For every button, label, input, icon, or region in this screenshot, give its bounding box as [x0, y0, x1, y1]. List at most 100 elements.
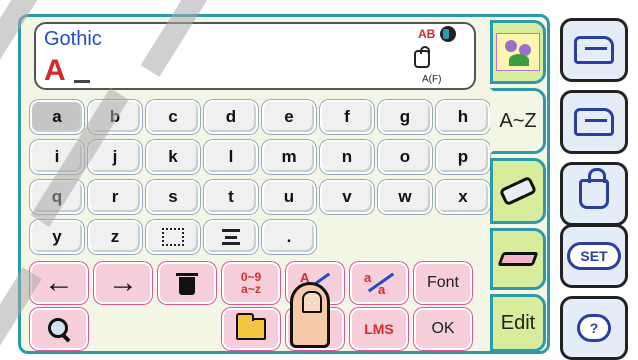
sewing-mode-button[interactable]: [560, 18, 628, 82]
size-icon[interactable]: [440, 26, 456, 42]
cursor-right-button[interactable]: →: [94, 262, 152, 304]
key-label: g: [399, 107, 411, 126]
key-label: p: [457, 147, 469, 166]
tab-pattern[interactable]: [490, 20, 546, 84]
rotate-icon[interactable]: [414, 46, 430, 68]
key-c[interactable]: c: [146, 100, 200, 134]
embroidery-unit-icon: [574, 108, 614, 136]
char-type-label: 0~9 a~z: [240, 270, 262, 296]
delete-button[interactable]: [158, 262, 216, 304]
key-d[interactable]: d: [204, 100, 258, 134]
hand-pointer-icon: [290, 282, 330, 348]
key-m[interactable]: m: [262, 140, 316, 174]
embroidery-lettering-screen: Gothic A AB A(F) abcdefghijklmnopqrstuvw…: [0, 0, 638, 360]
key-space-line[interactable]: [204, 220, 258, 254]
key-h[interactable]: h: [436, 100, 490, 134]
af-label: A(F): [422, 74, 442, 85]
text-cursor: [74, 80, 90, 83]
key-e[interactable]: e: [262, 100, 316, 134]
font-button[interactable]: Font: [414, 262, 472, 304]
key-s[interactable]: s: [146, 180, 200, 214]
key-label: e: [284, 107, 294, 126]
key-g[interactable]: g: [378, 100, 432, 134]
key-space-box[interactable]: [146, 220, 200, 254]
key-label: v: [342, 187, 352, 206]
key-label: d: [225, 107, 237, 126]
key-label: w: [398, 187, 412, 206]
alphabet-tab-label: A~Z: [499, 109, 537, 132]
space-line-icon: [222, 229, 240, 245]
key-label: j: [112, 147, 118, 166]
flower-pattern-icon: [496, 33, 540, 71]
typed-text: A: [44, 54, 67, 87]
tab-eraser-2[interactable]: [490, 228, 546, 290]
key-l[interactable]: l: [204, 140, 258, 174]
ok-button[interactable]: OK: [414, 308, 472, 350]
key-label: u: [283, 187, 295, 206]
edit-tab-label: Edit: [500, 311, 536, 334]
eraser-icon: [498, 175, 538, 207]
tab-eraser[interactable]: [490, 158, 546, 224]
key-label: n: [341, 147, 353, 166]
key-t[interactable]: t: [204, 180, 258, 214]
key-label: c: [168, 107, 178, 126]
key-label: m: [281, 147, 297, 166]
key-w[interactable]: w: [378, 180, 432, 214]
key-a[interactable]: a: [30, 100, 84, 134]
key-v[interactable]: v: [320, 180, 374, 214]
key-period[interactable]: .: [262, 220, 316, 254]
key-r[interactable]: r: [88, 180, 142, 214]
key-label: s: [168, 187, 178, 206]
key-x[interactable]: x: [436, 180, 490, 214]
key-label: t: [228, 187, 234, 206]
magnify-button[interactable]: [30, 308, 88, 350]
ok-label: OK: [431, 320, 455, 337]
key-n[interactable]: n: [320, 140, 374, 174]
key-label: h: [457, 107, 469, 126]
key-label: k: [168, 147, 178, 166]
open-folder-button[interactable]: [222, 308, 280, 350]
key-label: z: [110, 227, 120, 246]
system-panel: SET ?: [556, 8, 634, 360]
key-y[interactable]: y: [30, 220, 84, 254]
key-label: l: [228, 147, 234, 166]
key-z[interactable]: z: [88, 220, 142, 254]
key-u[interactable]: u: [262, 180, 316, 214]
key-label: i: [54, 147, 60, 166]
sewing-machine-icon: [574, 36, 614, 64]
key-label: .: [286, 227, 292, 246]
key-label: o: [399, 147, 411, 166]
bag-icon: [579, 168, 609, 209]
char-type-button[interactable]: 0~9 a~z: [222, 262, 280, 304]
text-display: Gothic A AB A(F): [34, 22, 476, 90]
help-label: ?: [576, 314, 612, 342]
size-lms-button[interactable]: LMS: [350, 308, 408, 350]
set-label: SET: [567, 242, 621, 270]
folder-icon: [236, 313, 266, 340]
key-label: a: [52, 107, 62, 126]
case-badge: AB: [418, 27, 436, 41]
embroidery-mode-button[interactable]: [560, 90, 628, 154]
tab-edit[interactable]: Edit: [490, 294, 546, 352]
key-label: y: [52, 227, 62, 246]
tab-alphabet[interactable]: A~Z: [490, 88, 546, 154]
case-toggle-icon-2: a a: [362, 268, 396, 298]
lms-label: LMS: [364, 321, 394, 337]
settings-button[interactable]: SET: [560, 224, 628, 288]
key-o[interactable]: o: [378, 140, 432, 174]
bag-button[interactable]: [560, 162, 628, 226]
key-k[interactable]: k: [146, 140, 200, 174]
key-label: x: [458, 187, 468, 206]
key-label: r: [111, 187, 119, 206]
font-label: Font: [426, 274, 459, 291]
trash-icon: [176, 271, 198, 295]
font-name: Gothic: [44, 28, 102, 50]
help-button[interactable]: ?: [560, 296, 628, 360]
key-p[interactable]: p: [436, 140, 490, 174]
key-label: f: [344, 107, 350, 126]
magnifier-icon: [46, 316, 72, 342]
lowercase-button[interactable]: a a: [350, 262, 408, 304]
eraser-pink-icon: [497, 252, 539, 266]
arrow-left-icon: ←: [44, 266, 74, 299]
key-f[interactable]: f: [320, 100, 374, 134]
